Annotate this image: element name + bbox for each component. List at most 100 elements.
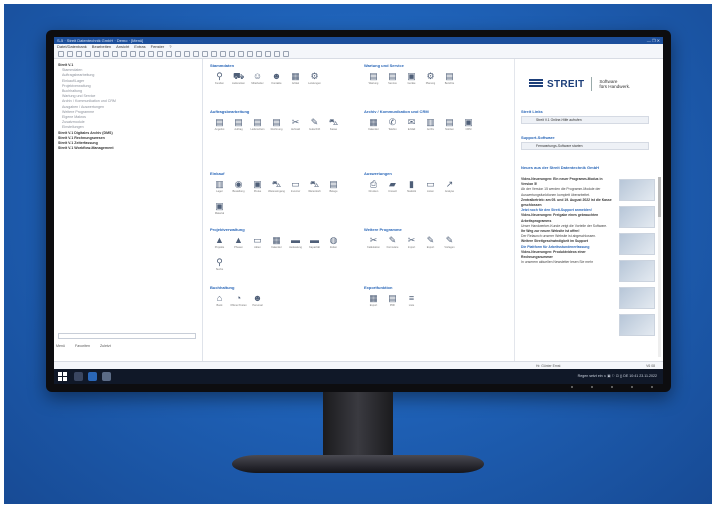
menu-tile[interactable]: ▭ Inventur <box>286 179 305 196</box>
menu-tile[interactable]: ▤ Lieferschein <box>248 117 267 134</box>
menu-tile[interactable]: ◍ Zeiten <box>324 235 343 252</box>
menu-tile[interactable]: ⛍ Warenkorb <box>305 179 324 196</box>
sidebar-tree-item[interactable]: Zusatzmodule <box>62 120 85 124</box>
menu-tile[interactable]: ▬ Kapazität <box>305 235 324 252</box>
sidebar-tree-item[interactable]: Auftragsbearbeitung <box>62 73 94 77</box>
sidebar-tree-item[interactable]: Projektverwaltung <box>62 84 91 88</box>
menu-tile[interactable]: ▤ Notizen <box>440 117 459 134</box>
news-image[interactable] <box>619 206 655 228</box>
menu-tile[interactable]: ▣ Material <box>210 201 229 218</box>
menu-tile[interactable]: ⛍ Wareneingang <box>267 179 286 196</box>
online-help-button[interactable]: Streit V.1 Online-Hilfe aufrufen <box>521 116 649 124</box>
menu-tile[interactable]: ▮ Statistik <box>402 179 421 196</box>
menu-item[interactable]: Bearbeiten <box>92 44 111 49</box>
toolbar-button[interactable] <box>112 51 118 57</box>
menu-tile[interactable]: ✎ Vorlagen <box>440 235 459 252</box>
menu-tile[interactable]: ⚙ Leistungen <box>305 71 324 88</box>
toolbar-button[interactable] <box>193 51 199 57</box>
menu-tile[interactable]: ▣ CRM <box>459 117 478 134</box>
menu-tile[interactable]: ✎ Formulare <box>383 235 402 252</box>
menu-tile[interactable]: ↗ Analyse <box>440 179 459 196</box>
task-view-icon[interactable] <box>74 372 83 381</box>
menu-tile[interactable]: ▣ Preise <box>248 179 267 196</box>
menu-tile[interactable]: ⌂ Bank <box>210 293 229 310</box>
toolbar-button[interactable] <box>184 51 190 57</box>
sidebar-tree-item[interactable]: Streit V.1 Workflow-Management <box>58 146 114 150</box>
streit-app-taskbar-icon[interactable] <box>88 372 97 381</box>
sidebar-tree-item[interactable]: Einkauf/Lager <box>62 79 84 83</box>
toolbar-button[interactable] <box>247 51 253 57</box>
menu-tile[interactable]: ▭ Akten <box>248 235 267 252</box>
sidebar-tree-item[interactable]: Ausgaben / Auswertungen <box>62 105 104 109</box>
remote-support-button[interactable]: Fernwartungs-Software starten <box>521 142 649 150</box>
sidebar-search-input[interactable] <box>58 333 196 339</box>
toolbar-button[interactable] <box>220 51 226 57</box>
windows-start-icon[interactable] <box>58 372 67 381</box>
menu-tile[interactable]: ▦ Artikel <box>286 71 305 88</box>
menu-tile[interactable]: ▤ Auftrag <box>229 117 248 134</box>
menu-item[interactable]: Ansicht <box>116 44 129 49</box>
menu-item[interactable]: Fenster <box>151 44 165 49</box>
menu-tile[interactable]: ▣ Geräte <box>402 71 421 88</box>
menu-tile[interactable]: ⚲ Kunden <box>210 71 229 88</box>
toolbar-button[interactable] <box>94 51 100 57</box>
explorer-taskbar-icon[interactable] <box>102 372 111 381</box>
menu-tile[interactable]: ✎ Gutschrift <box>305 117 324 134</box>
menu-tile[interactable]: ▦ Export <box>364 293 383 310</box>
toolbar-button[interactable] <box>265 51 271 57</box>
sidebar-tab[interactable]: Favoriten <box>75 344 90 348</box>
menu-tile[interactable]: ⛍ Kasse <box>324 117 343 134</box>
menu-tile[interactable]: ▲ Phasen <box>229 235 248 252</box>
menu-tile[interactable]: ✂ Kalkulation <box>364 235 383 252</box>
toolbar-button[interactable] <box>229 51 235 57</box>
menu-tile[interactable]: ▤ Rechnung <box>267 117 286 134</box>
menu-tile[interactable]: ◔ Offene Posten <box>229 293 248 310</box>
toolbar-button[interactable] <box>238 51 244 57</box>
toolbar-button[interactable] <box>202 51 208 57</box>
toolbar-button[interactable] <box>148 51 154 57</box>
menu-item[interactable]: Extras <box>134 44 145 49</box>
toolbar-button[interactable] <box>274 51 280 57</box>
menu-tile[interactable]: ☻ Kontakte <box>267 71 286 88</box>
menu-tile[interactable]: ▲ Projekte <box>210 235 229 252</box>
menu-tile[interactable]: ⚲ Suche <box>210 257 229 274</box>
sidebar-tree-item[interactable]: Einstellungen <box>62 125 84 129</box>
news-item[interactable]: Video-Neuerungen: Produktvideos einer Re… <box>521 250 615 260</box>
menu-tile[interactable]: ▤ Belege <box>324 179 343 196</box>
sidebar-tree-item[interactable]: Stammdaten <box>62 68 82 72</box>
menu-tile[interactable]: ▤ Service <box>383 71 402 88</box>
toolbar-button[interactable] <box>67 51 73 57</box>
menu-tile[interactable]: ▭ Listen <box>421 179 440 196</box>
toolbar-button[interactable] <box>166 51 172 57</box>
sidebar-tab[interactable]: Menü <box>56 344 65 348</box>
sidebar-tree-item[interactable]: Buchhaltung <box>62 89 82 93</box>
news-scrollbar[interactable] <box>658 177 661 357</box>
sidebar-tree-item[interactable]: Wartung und Service <box>62 94 95 98</box>
menu-item[interactable]: ? <box>169 44 171 49</box>
toolbar-button[interactable] <box>175 51 181 57</box>
window-controls[interactable]: — ❐ ✕ <box>647 37 660 44</box>
toolbar-button[interactable] <box>256 51 262 57</box>
menu-tile[interactable]: ▦ Kalender <box>364 117 383 134</box>
toolbar-button[interactable] <box>130 51 136 57</box>
menu-tile[interactable]: ◉ Bestellung <box>229 179 248 196</box>
menu-tile[interactable]: ▤ PDF <box>383 293 402 310</box>
news-item[interactable]: Video-Neuerungen: Ein neuer Programm-Mod… <box>521 177 615 187</box>
menu-tile[interactable]: ⎙ Drucken <box>364 179 383 196</box>
sidebar-tree-item[interactable]: Eigene Makros <box>62 115 86 119</box>
menu-tile[interactable]: ▦ Kalender <box>267 235 286 252</box>
menu-tile[interactable]: ▤ Angebot <box>210 117 229 134</box>
menu-tile[interactable]: ⚙ Planung <box>421 71 440 88</box>
menu-tile[interactable]: ⛟ Lieferanten <box>229 71 248 88</box>
toolbar-button[interactable] <box>139 51 145 57</box>
toolbar-button[interactable] <box>211 51 217 57</box>
news-item[interactable]: Video-Neuerungen: Freigabe eines gebrauc… <box>521 213 615 223</box>
toolbar-button[interactable] <box>58 51 64 57</box>
menu-tile[interactable]: ▰ Umsatz <box>383 179 402 196</box>
news-image[interactable] <box>619 314 655 336</box>
menu-tile[interactable]: ▤ Berichte <box>440 71 459 88</box>
menu-tile[interactable]: ✂ Aufmaß <box>286 117 305 134</box>
menu-tile[interactable]: ✂ Import <box>402 235 421 252</box>
menu-item[interactable]: Datei/Datenbank <box>57 44 87 49</box>
menu-tile[interactable]: ✎ Export <box>421 235 440 252</box>
